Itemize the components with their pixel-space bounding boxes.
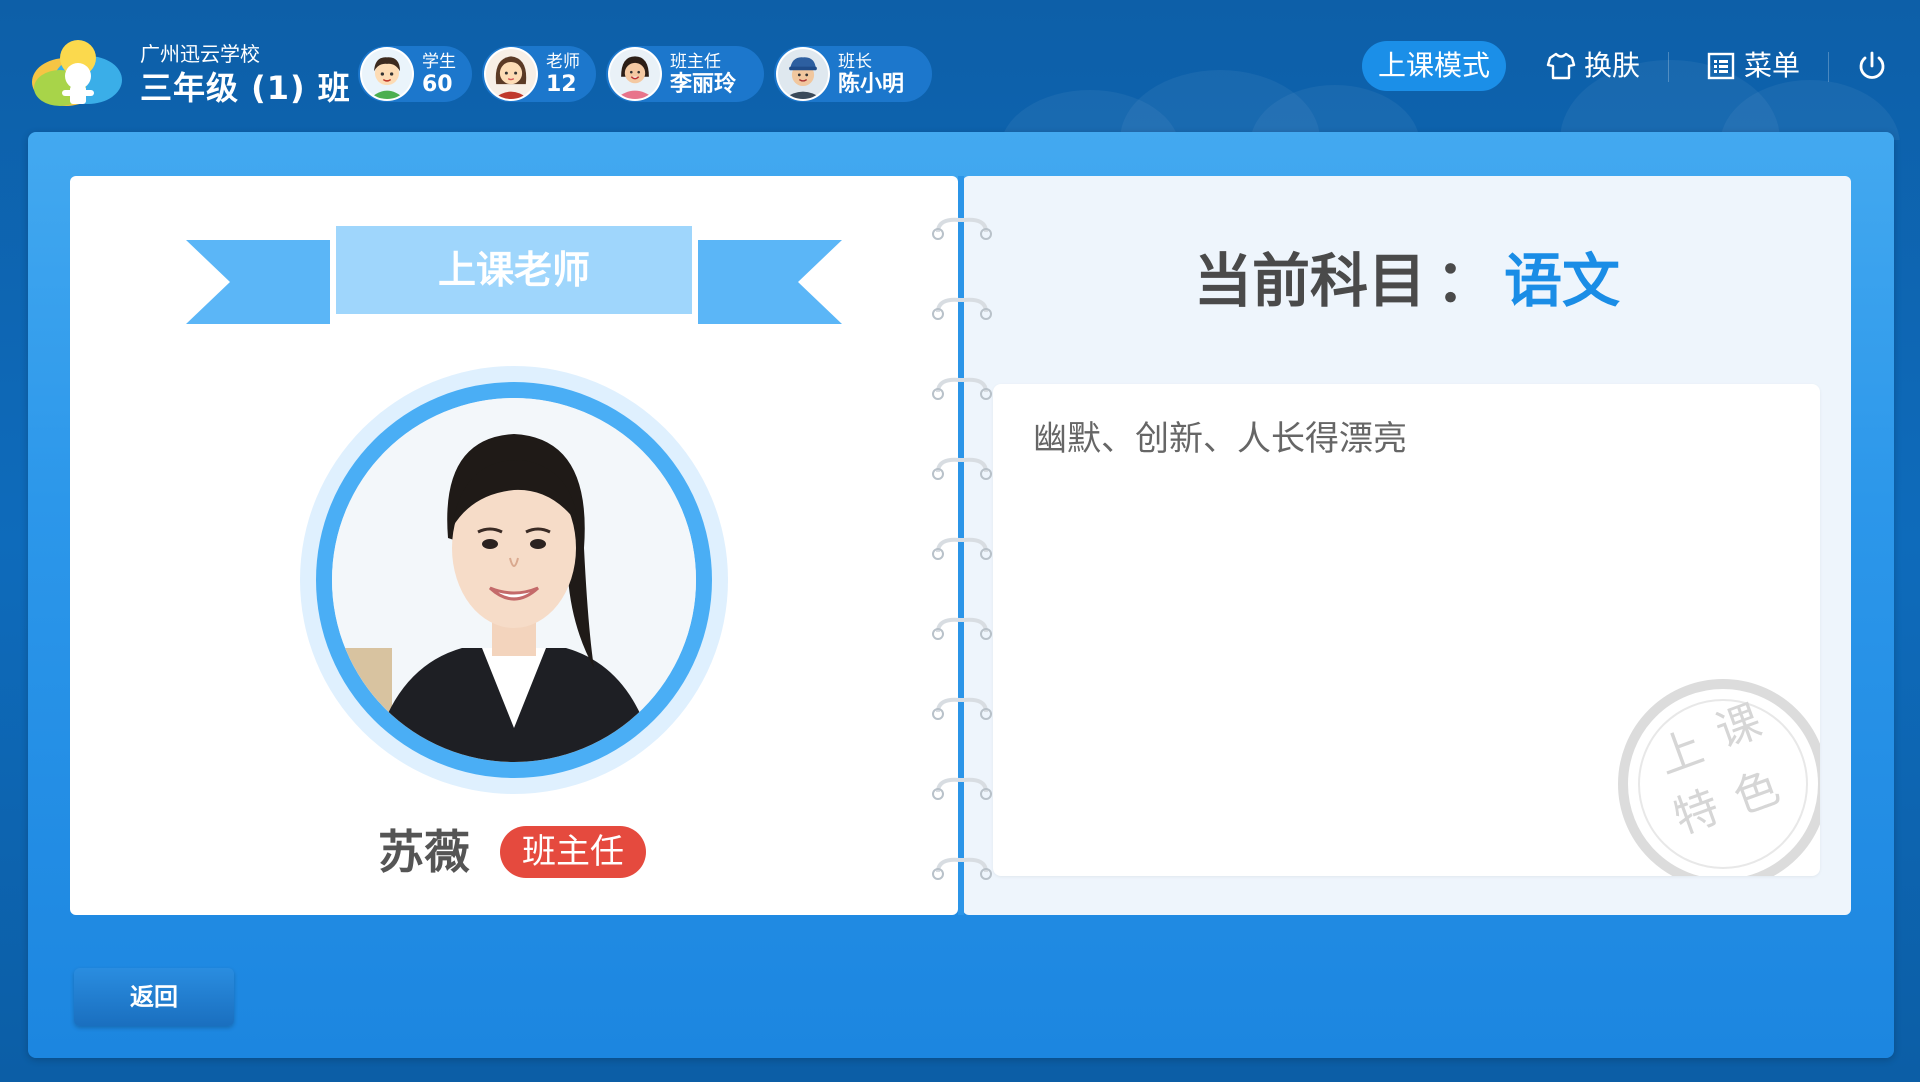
svg-text:上: 上: [1651, 721, 1710, 784]
ribbon-title: 上课老师: [437, 248, 590, 292]
shirt-icon: [1546, 52, 1576, 80]
svg-text:色: 色: [1727, 761, 1786, 824]
subject-label: 当前科目: [1193, 247, 1426, 315]
skin-button[interactable]: 换肤: [1546, 46, 1640, 86]
student-avatar: [360, 47, 414, 101]
stat-label: 老师: [546, 52, 580, 72]
power-icon[interactable]: [1854, 48, 1890, 84]
stamp-watermark: 上 课 特 色: [1618, 679, 1820, 876]
stat-head-teacher[interactable]: 班主任 李丽玲: [606, 46, 764, 102]
binder-ring-icon: [932, 457, 992, 480]
subject-colon: ：: [1435, 247, 1494, 315]
teacher-name: 苏薇: [378, 825, 470, 879]
binder-ring-icon: [932, 857, 992, 880]
school-name: 广州迅云学校: [140, 42, 260, 66]
teacher-role-badge: 班主任: [500, 826, 646, 878]
school-logo-icon: [32, 40, 122, 106]
menu-icon: [1707, 52, 1735, 80]
svg-text:课: 课: [1709, 695, 1768, 758]
stat-teachers[interactable]: 老师 12: [482, 46, 596, 102]
head-teacher-avatar: [608, 47, 662, 101]
stat-label: 学生: [422, 52, 456, 72]
teacher-photo: [332, 398, 696, 762]
current-subject: 当前科目：语文: [963, 236, 1851, 326]
class-mode-button[interactable]: 上课模式: [1362, 41, 1506, 91]
top-bar: 广州迅云学校 三年级 (1) 班 学生 60 老师 12 班主任 李丽玲 班长 …: [0, 0, 1920, 130]
stat-value: 李丽玲: [670, 72, 737, 97]
description-card: 幽默、创新、人长得漂亮 上 课 特 色: [993, 384, 1820, 876]
stat-value: 60: [422, 72, 453, 97]
stat-label: 班主任: [670, 52, 721, 72]
binder-ring-icon: [932, 537, 992, 560]
stat-label: 班长: [838, 52, 872, 72]
binder-ring-icon: [932, 697, 992, 720]
divider: [1668, 52, 1669, 82]
menu-label: 菜单: [1744, 49, 1801, 82]
binder-ring-icon: [932, 377, 992, 400]
skin-label: 换肤: [1584, 49, 1641, 82]
stat-students[interactable]: 学生 60: [358, 46, 472, 102]
binder-ring-icon: [932, 777, 992, 800]
binder-ring-icon: [932, 617, 992, 640]
svg-text:特: 特: [1667, 781, 1726, 844]
menu-button[interactable]: 菜单: [1706, 46, 1800, 86]
monitor-avatar: [776, 47, 830, 101]
stat-monitor[interactable]: 班长 陈小明: [774, 46, 932, 102]
stat-value: 12: [546, 72, 577, 97]
subject-description: 幽默、创新、人长得漂亮: [1033, 419, 1407, 459]
class-name: 三年级 (1) 班: [140, 69, 351, 107]
stat-value: 陈小明: [838, 72, 905, 97]
subject-value: 语文: [1504, 247, 1621, 315]
teacher-avatar: [484, 47, 538, 101]
divider: [1828, 52, 1829, 82]
back-button[interactable]: 返回: [74, 968, 234, 1026]
